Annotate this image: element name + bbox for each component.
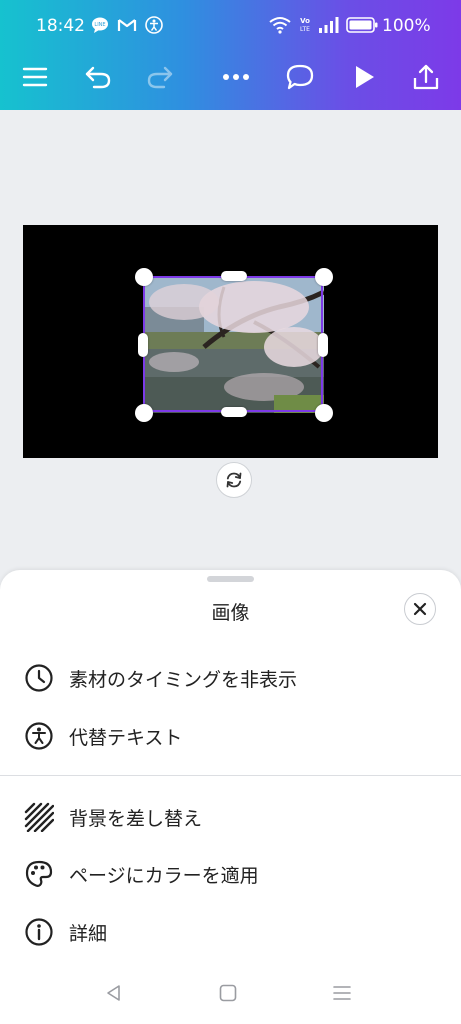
hatch-icon	[24, 802, 54, 832]
recents-icon	[333, 986, 351, 1000]
nav-back-button[interactable]	[100, 980, 128, 1006]
accessibility-icon	[25, 722, 53, 750]
status-bar: 18:42 LINE Vo LTE 100%	[0, 0, 461, 52]
crop-handle-bottom[interactable]	[221, 407, 247, 417]
rotate-button[interactable]	[216, 462, 252, 498]
battery-icon	[346, 17, 378, 33]
svg-text:LTE: LTE	[300, 26, 310, 33]
status-time: 18:42	[36, 16, 85, 36]
svg-text:Vo: Vo	[300, 17, 310, 25]
play-button[interactable]	[346, 59, 382, 95]
volte-icon: VoLTE	[300, 17, 310, 33]
selection-frame	[143, 276, 323, 412]
share-button[interactable]	[408, 59, 444, 95]
menu-item-details[interactable]: 詳細	[0, 909, 461, 955]
home-icon	[219, 984, 237, 1002]
crop-handle-right[interactable]	[318, 333, 328, 357]
crop-handle-left[interactable]	[138, 333, 148, 357]
undo-button[interactable]	[80, 59, 116, 95]
resize-handle-bottom-left[interactable]	[135, 404, 153, 422]
menu-icon	[22, 67, 48, 87]
redo-icon	[147, 66, 173, 89]
editor-toolbar	[0, 52, 461, 102]
crop-handle-top[interactable]	[221, 271, 247, 281]
resize-handle-top-left[interactable]	[135, 268, 153, 286]
resize-handle-top-right[interactable]	[315, 268, 333, 286]
comment-icon	[286, 64, 314, 90]
comment-button[interactable]	[282, 59, 318, 95]
clock-icon	[25, 664, 53, 692]
close-button[interactable]	[404, 593, 436, 625]
accessibility-icon	[145, 16, 163, 34]
redo-button[interactable]	[142, 59, 178, 95]
signal-icon	[319, 17, 339, 33]
more-button[interactable]	[218, 59, 254, 95]
nav-recents-button[interactable]	[328, 980, 356, 1006]
nav-home-button[interactable]	[214, 980, 242, 1006]
sheet-grabber[interactable]	[207, 576, 254, 582]
menu-item-hide-timing[interactable]: 素材のタイミングを非表示	[0, 655, 461, 701]
close-icon	[413, 602, 427, 616]
undo-icon	[85, 66, 111, 89]
wifi-icon	[269, 17, 291, 34]
menu-item-label: ページにカラーを適用	[69, 864, 259, 887]
system-nav-bar	[0, 968, 461, 1018]
rotate-icon	[226, 472, 242, 488]
image-options-sheet: 画像 素材のタイミングを非表示 代替テキスト 背景を差し替え ページにカラーを適…	[0, 570, 461, 1024]
share-icon	[413, 64, 439, 90]
divider	[0, 775, 461, 776]
menu-item-alt-text[interactable]: 代替テキスト	[0, 713, 461, 759]
app-header: 18:42 LINE Vo LTE 100%	[0, 0, 461, 110]
play-icon	[356, 66, 374, 88]
resize-handle-bottom-right[interactable]	[315, 404, 333, 422]
menu-item-label: 詳細	[69, 922, 108, 945]
info-icon	[25, 918, 53, 946]
menu-item-label: 代替テキスト	[69, 726, 183, 749]
palette-icon	[25, 860, 53, 887]
menu-button[interactable]	[17, 59, 53, 95]
line-app-icon: LINE	[92, 17, 108, 33]
sheet-title: 画像	[211, 602, 250, 624]
battery-percent: 100%	[382, 16, 431, 36]
back-icon	[107, 985, 120, 1001]
menu-item-label: 背景を差し替え	[69, 807, 203, 830]
menu-item-replace-background[interactable]: 背景を差し替え	[0, 794, 461, 840]
menu-item-apply-color[interactable]: ページにカラーを適用	[0, 851, 461, 897]
more-icon	[223, 74, 249, 80]
menu-item-label: 素材のタイミングを非表示	[69, 668, 298, 691]
gmail-icon	[117, 19, 137, 31]
svg-text:LINE: LINE	[94, 22, 105, 28]
